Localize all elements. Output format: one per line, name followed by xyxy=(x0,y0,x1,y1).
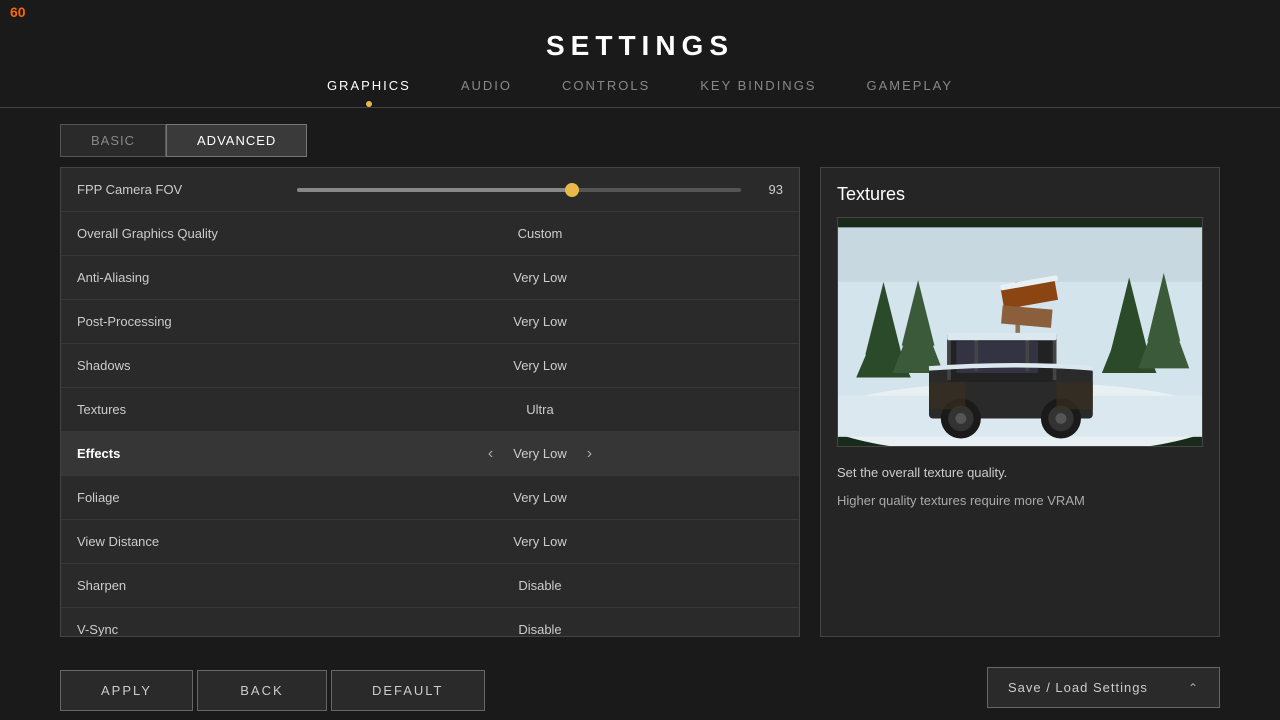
chevron-up-icon: ⌃ xyxy=(1188,681,1199,695)
setting-value-vsync: Disable xyxy=(297,622,783,637)
setting-label-effects: Effects xyxy=(77,446,297,461)
effects-prev-arrow[interactable]: ‹ xyxy=(488,445,493,463)
setting-value-quality: Custom xyxy=(297,226,783,241)
setting-value-sharpen: Disable xyxy=(297,578,783,593)
nav-tabs: GRAPHICS AUDIO CONTROLS KEY BINDINGS GAM… xyxy=(0,78,1280,108)
table-row: Post-Processing Very Low xyxy=(61,300,799,344)
table-row: Anti-Aliasing Very Low xyxy=(61,256,799,300)
table-row: Foliage Very Low xyxy=(61,476,799,520)
effects-next-arrow[interactable]: › xyxy=(587,445,592,463)
table-row: Sharpen Disable xyxy=(61,564,799,608)
setting-label-aa: Anti-Aliasing xyxy=(77,270,297,285)
setting-value-textures: Ultra xyxy=(297,402,783,417)
save-load-button[interactable]: Save / Load Settings ⌃ xyxy=(987,667,1220,708)
settings-list: FPP Camera FOV 93 Overall Graphics Quali… xyxy=(60,167,800,637)
setting-value-aa: Very Low xyxy=(297,270,783,285)
setting-label-foliage: Foliage xyxy=(77,490,297,505)
table-row: Textures Ultra xyxy=(61,388,799,432)
tab-audio[interactable]: AUDIO xyxy=(461,78,512,99)
fps-counter: 60 xyxy=(10,4,26,20)
texture-desc2: Higher quality textures require more VRA… xyxy=(837,491,1203,511)
fpp-fov-value: 93 xyxy=(753,182,783,197)
effects-selector[interactable]: ‹ Very Low › xyxy=(297,445,783,463)
setting-value-shadows: Very Low xyxy=(297,358,783,373)
bottom-bar: APPLY BACK DEFAULT Save / Load Settings … xyxy=(0,660,1280,720)
texture-preview-image xyxy=(837,217,1203,447)
table-row: V-Sync Disable xyxy=(61,608,799,637)
setting-value-view-distance: Very Low xyxy=(297,534,783,549)
table-row: Overall Graphics Quality Custom xyxy=(61,212,799,256)
setting-label-quality: Overall Graphics Quality xyxy=(77,226,297,241)
back-button[interactable]: BACK xyxy=(197,670,327,711)
texture-desc1: Set the overall texture quality. xyxy=(837,463,1203,483)
right-panel: Textures xyxy=(820,167,1220,637)
fpp-fov-slider[interactable]: 93 xyxy=(297,182,783,197)
default-button[interactable]: DEFAULT xyxy=(331,670,485,711)
setting-label-textures: Textures xyxy=(77,402,297,417)
table-row: FPP Camera FOV 93 xyxy=(61,168,799,212)
sub-tab-basic[interactable]: BASIC xyxy=(60,124,166,157)
setting-value-effects: Very Low xyxy=(513,446,566,461)
setting-label-view-distance: View Distance xyxy=(77,534,297,549)
tab-graphics[interactable]: GRAPHICS xyxy=(327,78,411,99)
save-load-label: Save / Load Settings xyxy=(1008,680,1148,695)
tab-gameplay[interactable]: GAMEPLAY xyxy=(866,78,953,99)
setting-label-vsync: V-Sync xyxy=(77,622,297,637)
sub-tab-advanced[interactable]: ADVANCED xyxy=(166,124,307,157)
tab-keybindings[interactable]: KEY BINDINGS xyxy=(700,78,816,99)
page-title: SETTINGS xyxy=(0,0,1280,62)
sub-tabs: BASIC ADVANCED xyxy=(60,124,780,157)
setting-label-fpp: FPP Camera FOV xyxy=(77,182,297,197)
setting-label-shadows: Shadows xyxy=(77,358,297,373)
apply-button[interactable]: APPLY xyxy=(60,670,193,711)
setting-value-foliage: Very Low xyxy=(297,490,783,505)
setting-value-pp: Very Low xyxy=(297,314,783,329)
main-layout: FPP Camera FOV 93 Overall Graphics Quali… xyxy=(60,167,1220,637)
table-row: View Distance Very Low xyxy=(61,520,799,564)
tab-controls[interactable]: CONTROLS xyxy=(562,78,650,99)
table-row: Shadows Very Low xyxy=(61,344,799,388)
setting-label-pp: Post-Processing xyxy=(77,314,297,329)
table-row: Effects ‹ Very Low › xyxy=(61,432,799,476)
texture-panel-title: Textures xyxy=(837,184,1203,205)
setting-label-sharpen: Sharpen xyxy=(77,578,297,593)
